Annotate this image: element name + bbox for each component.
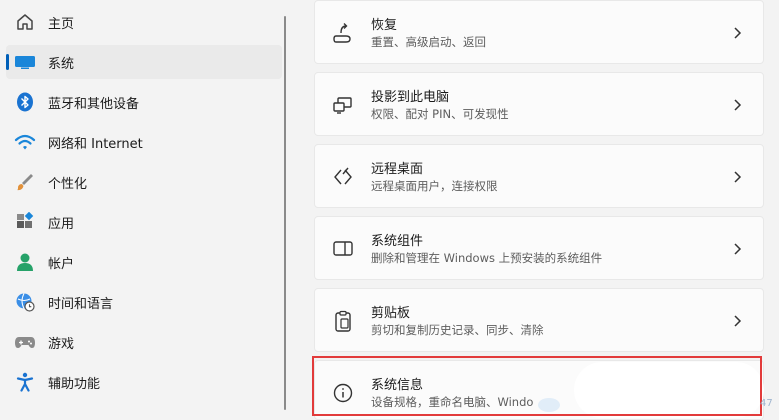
sidebar-item-accounts[interactable]: 帐户 (6, 245, 282, 279)
sidebar-item-label: 网络和 Internet (48, 136, 143, 152)
card-subtitle: 重置、高级启动、返回 (371, 35, 486, 49)
sidebar-item-label: 应用 (48, 216, 75, 232)
apps-icon (14, 211, 36, 233)
recovery-icon (331, 21, 355, 45)
sidebar-item-label: 主页 (48, 16, 75, 32)
chevron-right-icon (734, 27, 742, 39)
sidebar-item-personalization[interactable]: 个性化 (6, 165, 282, 199)
corner-number: 47 (760, 398, 773, 409)
card-recovery[interactable]: 恢复 重置、高级启动、返回 (314, 0, 764, 64)
sidebar-item-time-language[interactable]: 时间和语言 (6, 285, 282, 319)
card-title: 投影到此电脑 (371, 90, 450, 105)
system-components-icon (331, 237, 355, 261)
sidebar-item-label: 辅助功能 (48, 376, 101, 392)
home-icon (14, 11, 36, 33)
sidebar-item-system[interactable]: 系统 (6, 45, 282, 79)
card-title: 远程桌面 (371, 162, 424, 177)
card-clipboard[interactable]: 剪贴板 剪切和复制历史记录、同步、清除 (314, 288, 764, 352)
brush-icon (14, 171, 36, 193)
sidebar-item-label: 蓝牙和其他设备 (48, 96, 140, 112)
chevron-right-icon (734, 243, 742, 255)
projection-icon (331, 93, 355, 117)
wifi-icon (14, 131, 36, 153)
card-subtitle: 远程桌面用户，连接权限 (371, 179, 498, 193)
sidebar-scrollbar[interactable] (284, 16, 286, 410)
account-icon (14, 251, 36, 273)
sidebar-item-label: 个性化 (48, 176, 88, 192)
sidebar-item-label: 系统 (48, 56, 75, 72)
card-project-to-pc[interactable]: 投影到此电脑 权限、配对 PIN、可发现性 (314, 72, 764, 136)
accessibility-icon (14, 371, 36, 393)
sidebar-item-label: 游戏 (48, 336, 75, 352)
card-system-components[interactable]: 系统组件 删除和管理在 Windows 上预安装的系统组件 (314, 216, 764, 280)
chevron-right-icon (734, 171, 742, 183)
sidebar-item-home[interactable]: 主页 (6, 5, 282, 39)
sidebar-item-label: 帐户 (48, 256, 75, 272)
card-subtitle: 权限、配对 PIN、可发现性 (371, 107, 509, 121)
selection-indicator (6, 54, 9, 70)
clipboard-icon (331, 309, 355, 333)
card-subtitle: 删除和管理在 Windows 上预安装的系统组件 (371, 251, 603, 265)
chevron-right-icon (734, 315, 742, 327)
card-title: 恢复 (371, 18, 398, 33)
sidebar-item-gaming[interactable]: 游戏 (6, 325, 282, 359)
card-title: 系统信息 (371, 378, 424, 393)
info-icon (331, 381, 355, 405)
card-title: 系统组件 (371, 234, 424, 249)
sidebar-item-label: 时间和语言 (48, 296, 114, 312)
remote-desktop-icon (331, 165, 355, 189)
card-remote-desktop[interactable]: 远程桌面 远程桌面用户，连接权限 (314, 144, 764, 208)
chevron-right-icon (734, 99, 742, 111)
card-title: 剪贴板 (371, 306, 411, 321)
sidebar-item-apps[interactable]: 应用 (6, 205, 282, 239)
bluetooth-icon (14, 91, 36, 113)
card-subtitle: 设备规格，重命名电脑、Windo (371, 395, 534, 409)
sidebar-item-network[interactable]: 网络和 Internet (6, 125, 282, 159)
gamepad-icon (14, 331, 36, 353)
globe-clock-icon (14, 291, 36, 313)
sidebar-item-accessibility[interactable]: 辅助功能 (6, 365, 282, 399)
system-icon (14, 51, 36, 73)
card-subtitle: 剪切和复制历史记录、同步、清除 (371, 323, 544, 337)
sidebar-nav: 主页 系统 蓝牙和其他设备 网络和 Internet 个性化 应用 帐户 时间和… (0, 0, 290, 410)
sidebar-item-bluetooth[interactable]: 蓝牙和其他设备 (6, 85, 282, 119)
